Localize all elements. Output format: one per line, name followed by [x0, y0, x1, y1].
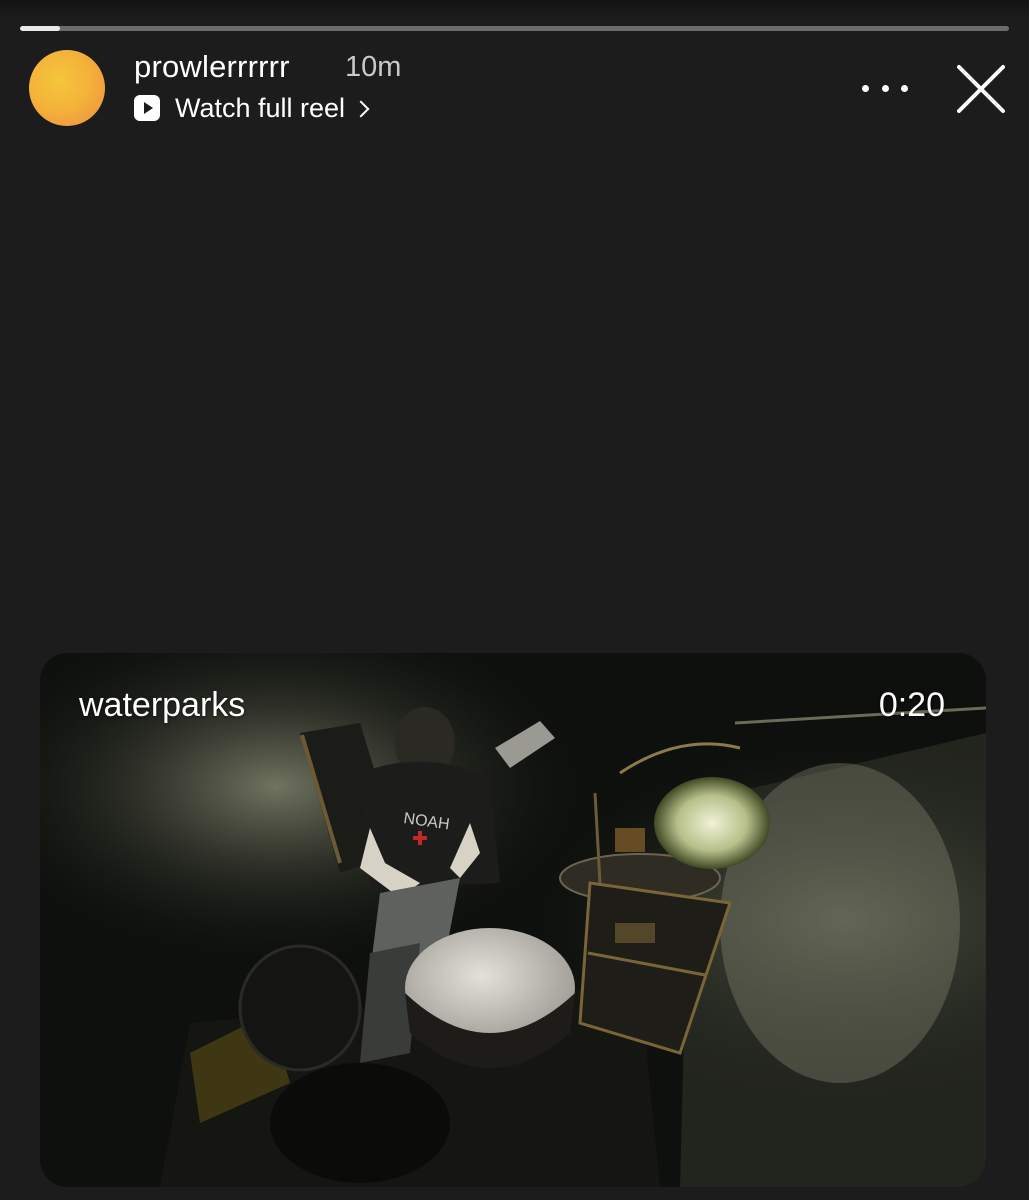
more-options-icon-dot	[862, 84, 869, 92]
more-options-icon-dot	[881, 84, 889, 92]
close-button[interactable]	[955, 63, 1007, 115]
video-thumbnail: NOAH	[40, 653, 986, 1187]
story-progress-bar	[20, 26, 1009, 31]
story-progress-fill	[20, 26, 60, 31]
time-ago: 10m	[345, 51, 402, 83]
reel-card[interactable]: NOAH waterparks 0:20	[40, 653, 986, 1187]
reel-play-icon	[134, 95, 160, 121]
username[interactable]: prowlerrrrrr	[134, 49, 290, 85]
reel-duration: 0:20	[878, 686, 945, 724]
watch-full-reel-label: Watch full reel	[175, 92, 346, 123]
reel-title: waterparks	[79, 686, 246, 724]
story-viewer: prowlerrrrrr 10m Watch full reel NOAH wa…	[0, 0, 1029, 1200]
watch-full-reel-link[interactable]: Watch full reel	[134, 90, 370, 126]
chevron-right-icon	[352, 100, 370, 118]
close-icon	[957, 65, 1005, 113]
avatar[interactable]	[29, 50, 105, 126]
more-options-button[interactable]	[862, 76, 908, 100]
more-options-icon-dot	[901, 84, 908, 92]
